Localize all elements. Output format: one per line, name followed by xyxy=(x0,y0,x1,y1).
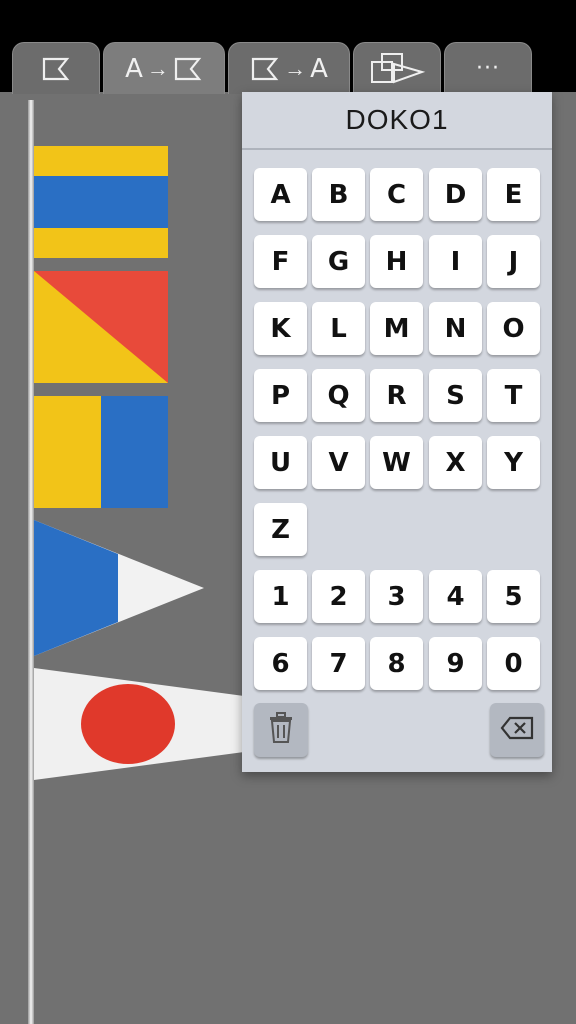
key-l[interactable]: L xyxy=(312,302,365,355)
key-j[interactable]: J xyxy=(487,235,540,288)
key-g[interactable]: G xyxy=(312,235,365,288)
key-8[interactable]: 8 xyxy=(370,637,423,690)
tab-letter-label: A xyxy=(310,53,328,84)
key-v[interactable]: V xyxy=(312,436,365,489)
key-c[interactable]: C xyxy=(370,168,423,221)
key-d[interactable]: D xyxy=(429,168,482,221)
key-f[interactable]: F xyxy=(254,235,307,288)
key-7[interactable]: 7 xyxy=(312,637,365,690)
key-z[interactable]: Z xyxy=(254,503,307,556)
key-e[interactable]: E xyxy=(487,168,540,221)
keyboard-panel: DOKO1 ABCDE FGHIJ KLMNO PQRST UVWXY Z 12345 678… xyxy=(242,92,552,772)
backspace-button[interactable] xyxy=(490,703,544,757)
flag-o-pennant-blue[interactable] xyxy=(34,520,204,661)
key-r[interactable]: R xyxy=(370,369,423,422)
key-y[interactable]: Y xyxy=(487,436,540,489)
key-q[interactable]: Q xyxy=(312,369,365,422)
key-h[interactable]: H xyxy=(370,235,423,288)
key-5[interactable]: 5 xyxy=(487,570,540,623)
tab-flag-to-letter[interactable]: → A xyxy=(228,42,350,94)
tab-shapes[interactable] xyxy=(353,42,441,94)
backspace-icon xyxy=(500,716,534,745)
flag-d[interactable] xyxy=(34,146,168,263)
flag-o[interactable] xyxy=(34,271,168,388)
flag-icon xyxy=(41,56,71,82)
key-s[interactable]: S xyxy=(429,369,482,422)
key-u[interactable]: U xyxy=(254,436,307,489)
key-w[interactable]: W xyxy=(370,436,423,489)
key-9[interactable]: 9 xyxy=(429,637,482,690)
key-3[interactable]: 3 xyxy=(370,570,423,623)
tab-letter-to-flag[interactable]: A → xyxy=(103,42,225,94)
key-p[interactable]: P xyxy=(254,369,307,422)
more-icon: ··· xyxy=(476,56,500,81)
key-4[interactable]: 4 xyxy=(429,570,482,623)
key-1[interactable]: 1 xyxy=(254,570,307,623)
flag-icon xyxy=(250,56,280,82)
tab-flag[interactable] xyxy=(12,42,100,94)
trash-icon xyxy=(268,711,294,749)
key-b[interactable]: B xyxy=(312,168,365,221)
tab-more[interactable]: ··· xyxy=(444,42,532,94)
key-a[interactable]: A xyxy=(254,168,307,221)
key-i[interactable]: I xyxy=(429,235,482,288)
tab-letter-label: A xyxy=(125,53,143,84)
panel-header: DOKO1 xyxy=(242,92,552,150)
tab-bar: A → → A ··· xyxy=(0,0,576,94)
arrow-right-icon: → xyxy=(146,55,169,81)
key-0[interactable]: 0 xyxy=(487,637,540,690)
signal-text-display: DOKO1 xyxy=(345,104,449,135)
key-t[interactable]: T xyxy=(487,369,540,422)
clear-button[interactable] xyxy=(254,703,308,757)
key-o[interactable]: O xyxy=(487,302,540,355)
key-2[interactable]: 2 xyxy=(312,570,365,623)
pennant-1[interactable] xyxy=(34,668,244,785)
shapes-icon xyxy=(368,52,426,86)
arrow-right-icon: → xyxy=(284,55,307,81)
key-m[interactable]: M xyxy=(370,302,423,355)
flag-k[interactable] xyxy=(34,396,168,513)
key-6[interactable]: 6 xyxy=(254,637,307,690)
flag-icon xyxy=(173,56,203,82)
key-n[interactable]: N xyxy=(429,302,482,355)
key-k[interactable]: K xyxy=(254,302,307,355)
key-x[interactable]: X xyxy=(429,436,482,489)
